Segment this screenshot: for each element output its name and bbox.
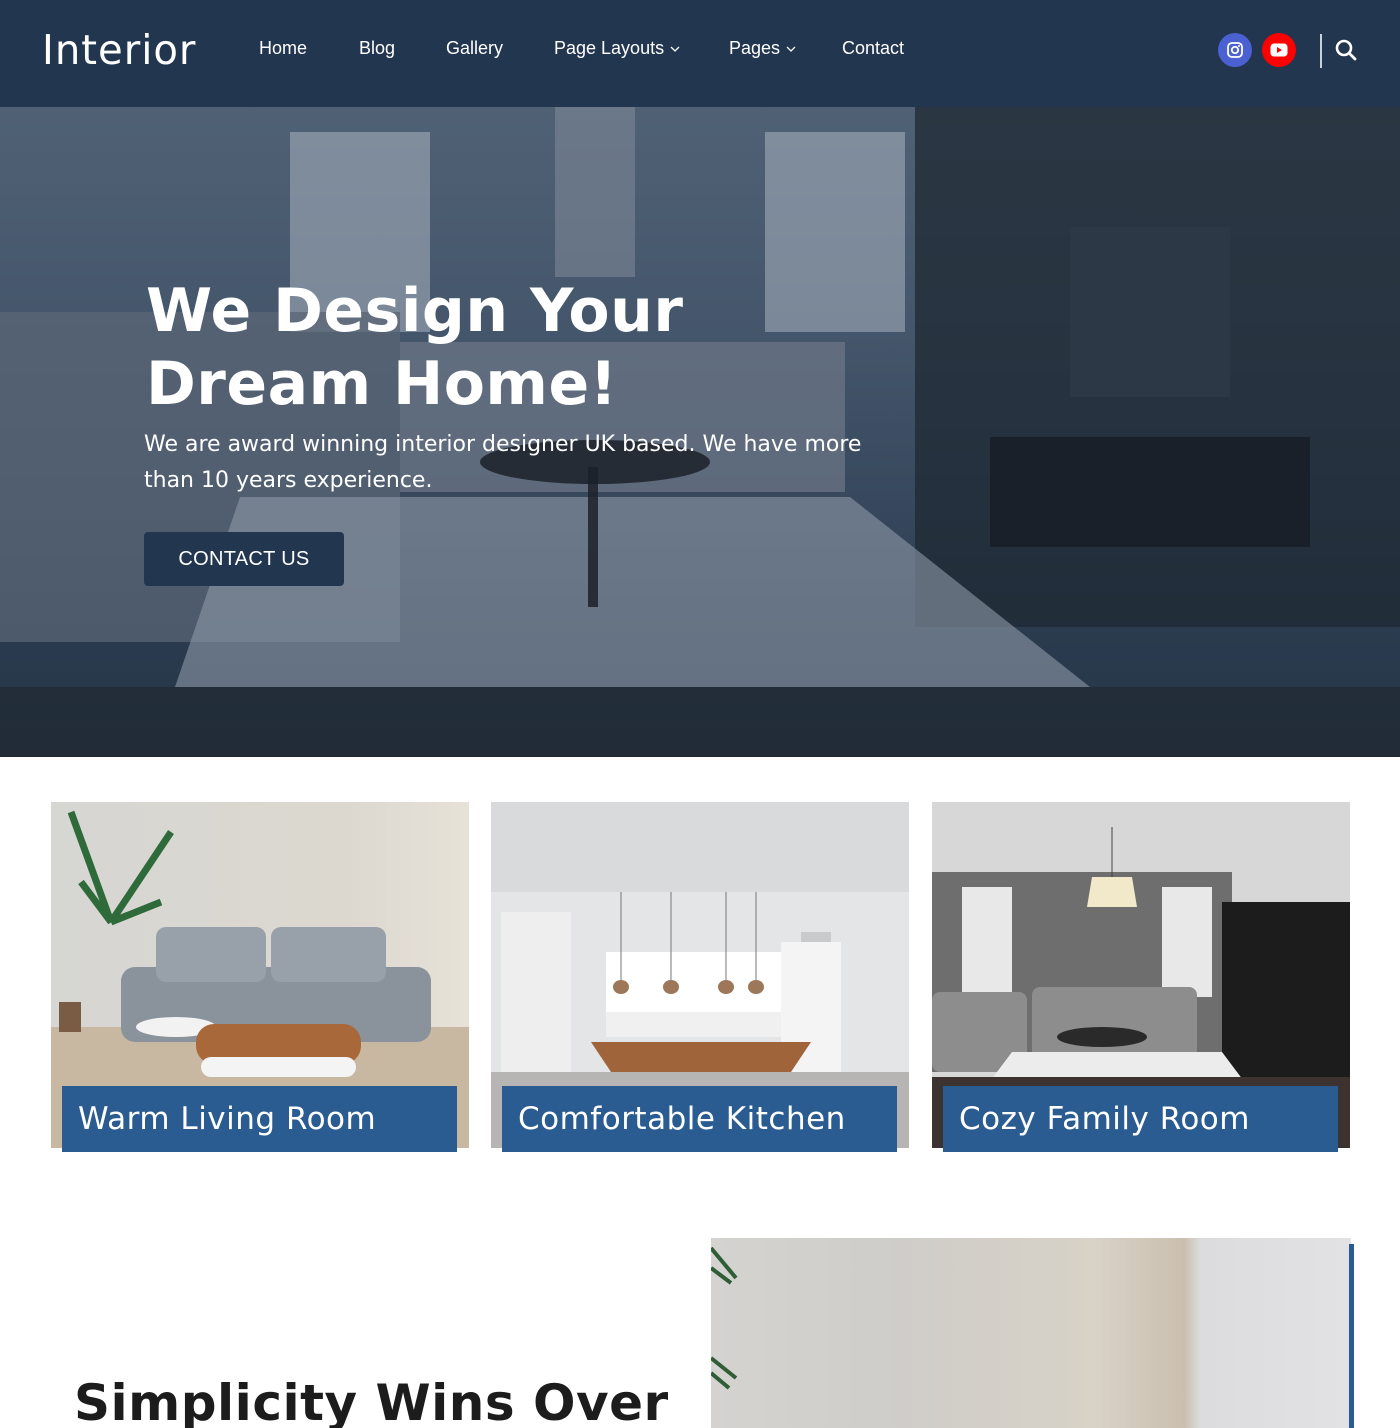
hero-title: We Design Your Dream Home!	[146, 276, 684, 419]
nav-contact[interactable]: Contact	[842, 38, 904, 59]
nav-home-label: Home	[259, 38, 308, 58]
card-label: Cozy Family Room	[943, 1086, 1338, 1152]
youtube-link[interactable]	[1262, 33, 1296, 67]
section-title: Simplicity Wins Over	[74, 1374, 669, 1428]
card-label: Warm Living Room	[62, 1086, 457, 1152]
nav-blog[interactable]: Blog	[359, 38, 395, 59]
feature-image	[711, 1238, 1351, 1428]
card-warm-living-room[interactable]: Warm Living Room	[51, 802, 469, 1152]
nav-gallery-label: Gallery	[446, 38, 504, 58]
chevron-down-icon	[670, 46, 680, 52]
search-button[interactable]	[1334, 38, 1358, 62]
header-divider	[1320, 34, 1322, 68]
nav-page-layouts-label: Page Layouts	[554, 38, 665, 58]
site-logo[interactable]: Interior	[42, 26, 196, 74]
nav-gallery[interactable]: Gallery	[446, 38, 503, 59]
chevron-down-icon	[786, 46, 796, 52]
instagram-icon	[1227, 42, 1243, 58]
hero-section: We Design Your Dream Home! We are award …	[0, 107, 1400, 757]
search-icon	[1335, 39, 1357, 61]
nav-pages[interactable]: Pages	[729, 38, 796, 59]
nav-page-layouts[interactable]: Page Layouts	[554, 38, 680, 59]
card-label: Comfortable Kitchen	[502, 1086, 897, 1152]
nav-home[interactable]: Home	[259, 38, 307, 59]
instagram-link[interactable]	[1218, 33, 1252, 67]
nav-pages-label: Pages	[729, 38, 781, 58]
site-header: Interior Home Blog Gallery Page Layouts …	[0, 0, 1400, 107]
card-cozy-family-room[interactable]: Cozy Family Room	[932, 802, 1350, 1152]
hero-subtitle: We are award winning interior designer U…	[144, 432, 862, 493]
nav-contact-label: Contact	[842, 38, 905, 58]
contact-us-button[interactable]: CONTACT US	[144, 532, 344, 586]
card-comfortable-kitchen[interactable]: Comfortable Kitchen	[491, 802, 909, 1152]
feature-accent-bar	[1349, 1244, 1354, 1428]
feature-plant-image	[711, 1246, 738, 1390]
youtube-icon	[1270, 43, 1288, 57]
nav-blog-label: Blog	[359, 38, 396, 58]
